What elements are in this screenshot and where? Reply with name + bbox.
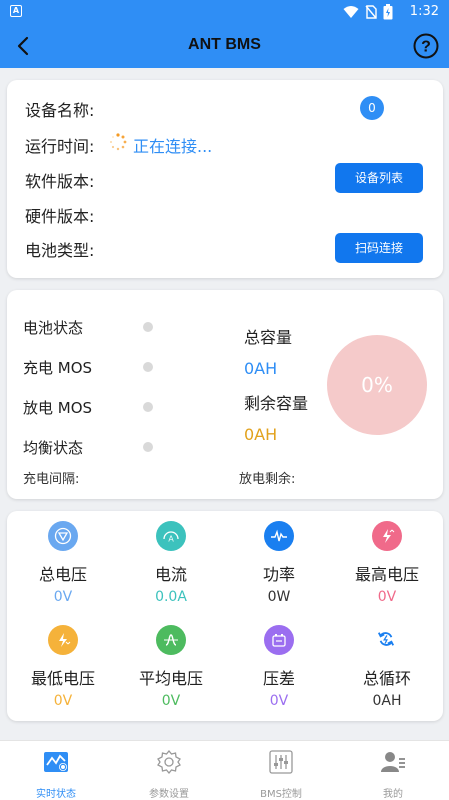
battery-type-label: 电池类型: xyxy=(25,241,95,260)
metric-power: 功率 0W xyxy=(229,521,329,605)
battery-diff-icon xyxy=(264,625,294,655)
app-bar: ANT BMS ? xyxy=(0,24,449,68)
page-title: ANT BMS xyxy=(188,36,261,53)
metric-max-voltage: 最高电压 0V xyxy=(337,521,437,605)
metric-min-voltage: 最低电压 0V xyxy=(13,625,113,709)
metric-total-voltage: 总电压 0V xyxy=(13,521,113,605)
charge-mos-indicator xyxy=(143,362,153,372)
triangle-gauge-icon xyxy=(48,521,78,551)
soc-gauge: 0% xyxy=(327,335,427,435)
sine-wave-icon xyxy=(156,625,186,655)
run-time-label: 运行时间: xyxy=(25,137,95,156)
discharge-mos-indicator xyxy=(143,402,153,412)
balance-state-indicator xyxy=(143,442,153,452)
discharge-mos-label: 放电 MOS xyxy=(23,399,93,417)
status-bar: A 1:32 xyxy=(0,0,449,24)
svg-text:A: A xyxy=(168,535,174,544)
cycle-icon xyxy=(372,625,402,655)
metric-voltage-diff: 压差 0V xyxy=(229,625,329,709)
help-icon[interactable]: ? xyxy=(413,33,439,59)
no-sim-icon xyxy=(365,5,377,19)
device-info-card: 设备名称: 0 运行时间: 正在连接... 软件版本: 设备列表 硬件版本: 电… xyxy=(7,80,443,278)
sliders-icon xyxy=(269,750,293,774)
lightning-up-icon xyxy=(372,521,402,551)
battery-status-icon xyxy=(383,4,393,20)
balance-state-label: 均衡状态 xyxy=(23,439,84,457)
nav-label: 实时状态 xyxy=(36,789,76,800)
gear-icon xyxy=(157,749,181,775)
metric-label: 平均电压 xyxy=(138,669,203,688)
nav-label: 我的 xyxy=(383,789,403,800)
wifi-icon xyxy=(343,6,359,18)
metric-value: 0W xyxy=(267,589,291,605)
bottom-nav: 实时状态 参数设置 BMS控制 我的 xyxy=(0,740,449,800)
lightning-down-icon xyxy=(48,625,78,655)
system-icons xyxy=(343,4,393,20)
waveform-icon xyxy=(264,521,294,551)
metric-label: 最低电压 xyxy=(30,669,95,688)
metric-value: 0V xyxy=(377,589,397,605)
metric-value: 0V xyxy=(269,693,289,709)
device-count-badge: 0 xyxy=(360,96,384,120)
nav-my-profile[interactable]: 我的 xyxy=(348,749,438,800)
app-notification-icon: A xyxy=(10,5,22,17)
metric-value: 0.0A xyxy=(155,589,187,605)
remaining-capacity-label: 剩余容量 xyxy=(244,394,309,413)
device-list-button[interactable]: 设备列表 xyxy=(335,163,423,193)
discharge-remaining-label: 放电剩余: xyxy=(239,472,296,487)
scan-connect-button[interactable]: 扫码连接 xyxy=(335,233,423,263)
nav-bms-control[interactable]: BMS控制 xyxy=(236,749,326,800)
user-profile-icon xyxy=(381,752,405,772)
metric-label: 压差 xyxy=(262,669,295,688)
battery-status-card: 电池状态 充电 MOS 放电 MOS 均衡状态 充电间隔: 放电剩余: 总容量 … xyxy=(7,290,443,499)
loading-spinner-icon xyxy=(110,133,127,151)
total-capacity-label: 总容量 xyxy=(244,328,293,347)
nav-label: 参数设置 xyxy=(149,789,189,800)
charge-interval-label: 充电间隔: xyxy=(23,472,80,487)
metric-value: 0V xyxy=(53,693,73,709)
metric-current: A 电流 0.0A xyxy=(121,521,221,605)
metric-avg-voltage: 平均电压 0V xyxy=(121,625,221,709)
battery-state-label: 电池状态 xyxy=(23,319,84,337)
connecting-status: 正在连接... xyxy=(133,137,213,156)
metric-label: 总循环 xyxy=(362,669,411,688)
metric-label: 功率 xyxy=(262,565,295,584)
remaining-capacity-value: 0AH xyxy=(244,425,278,444)
metric-total-cycles: 总循环 0AH xyxy=(337,625,437,709)
battery-state-indicator xyxy=(143,322,153,332)
total-capacity-value: 0AH xyxy=(244,359,278,378)
metrics-card: 总电压 0V A 电流 0.0A 功率 0W 最高电压 0V 最低电压 0V 平… xyxy=(7,511,443,721)
metric-label: 总电压 xyxy=(38,565,87,584)
device-name-label: 设备名称: xyxy=(25,101,95,120)
hardware-version-label: 硬件版本: xyxy=(25,207,95,226)
realtime-chart-icon xyxy=(44,752,68,772)
ammeter-icon: A xyxy=(156,521,186,551)
metric-label: 最高电压 xyxy=(354,565,419,584)
metric-value: 0AH xyxy=(372,693,402,709)
svg-text:?: ? xyxy=(421,39,431,56)
charge-mos-label: 充电 MOS xyxy=(23,359,93,377)
metric-label: 电流 xyxy=(154,565,187,584)
metric-value: 0V xyxy=(53,589,73,605)
nav-parameter-settings[interactable]: 参数设置 xyxy=(124,749,214,800)
status-time: 1:32 xyxy=(409,4,439,19)
nav-label: BMS控制 xyxy=(260,789,302,800)
metric-value: 0V xyxy=(161,693,181,709)
software-version-label: 软件版本: xyxy=(25,172,95,191)
nav-realtime-status[interactable]: 实时状态 xyxy=(11,749,101,800)
